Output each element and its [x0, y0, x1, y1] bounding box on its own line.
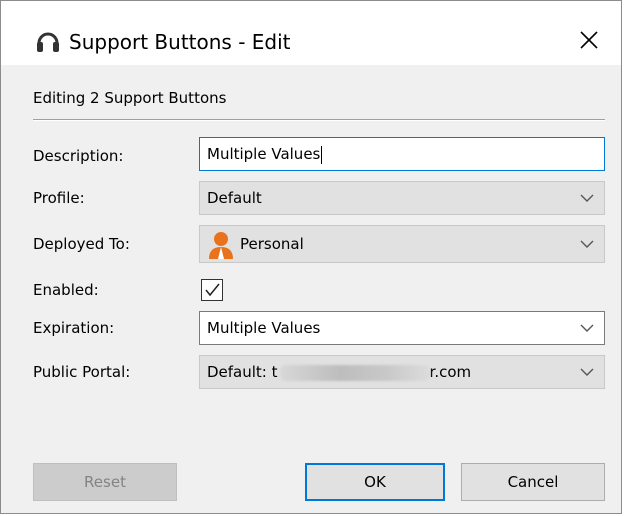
public-portal-start: t	[271, 363, 278, 381]
enabled-label: Enabled:	[33, 281, 99, 299]
dialog-window: Support Buttons - Edit Editing 2 Support…	[0, 0, 622, 514]
chevron-down-icon	[580, 194, 594, 202]
text-caret	[321, 145, 323, 164]
chevron-down-icon	[580, 368, 594, 376]
title-bar[interactable]: Support Buttons - Edit	[1, 1, 621, 65]
expiration-label: Expiration:	[33, 319, 115, 337]
profile-label: Profile:	[33, 189, 85, 207]
description-label: Description:	[33, 147, 124, 165]
person-icon	[209, 232, 233, 259]
chevron-down-icon	[580, 240, 594, 248]
deployed-to-label: Deployed To:	[33, 235, 130, 253]
header-separator	[33, 119, 605, 121]
description-field[interactable]: Multiple Values	[199, 137, 605, 171]
editing-header: Editing 2 Support Buttons	[33, 89, 227, 107]
window-title: Support Buttons - Edit	[69, 30, 291, 54]
public-portal-label: Public Portal:	[33, 363, 131, 381]
profile-value: Default	[207, 189, 262, 207]
enabled-checkbox[interactable]	[201, 279, 223, 301]
ok-button[interactable]: OK	[305, 463, 445, 501]
expiration-value: Multiple Values	[207, 319, 321, 337]
public-portal-prefix: Default:	[207, 363, 272, 381]
close-icon[interactable]	[571, 23, 607, 57]
deployed-to-value: Personal	[240, 235, 304, 253]
expiration-dropdown[interactable]: Multiple Values	[199, 311, 605, 345]
profile-dropdown[interactable]: Default	[199, 181, 605, 215]
chevron-down-icon	[580, 324, 594, 332]
reset-button[interactable]: Reset	[33, 463, 177, 501]
deployed-to-dropdown[interactable]: Personal	[199, 225, 605, 263]
cancel-button[interactable]: Cancel	[461, 463, 605, 501]
redacted-region	[279, 364, 430, 381]
public-portal-suffix: r.com	[429, 363, 472, 381]
public-portal-dropdown[interactable]: Default: t r.com	[199, 355, 605, 389]
headset-icon	[37, 32, 59, 52]
description-value: Multiple Values	[207, 145, 321, 163]
checkmark-icon	[205, 283, 220, 297]
